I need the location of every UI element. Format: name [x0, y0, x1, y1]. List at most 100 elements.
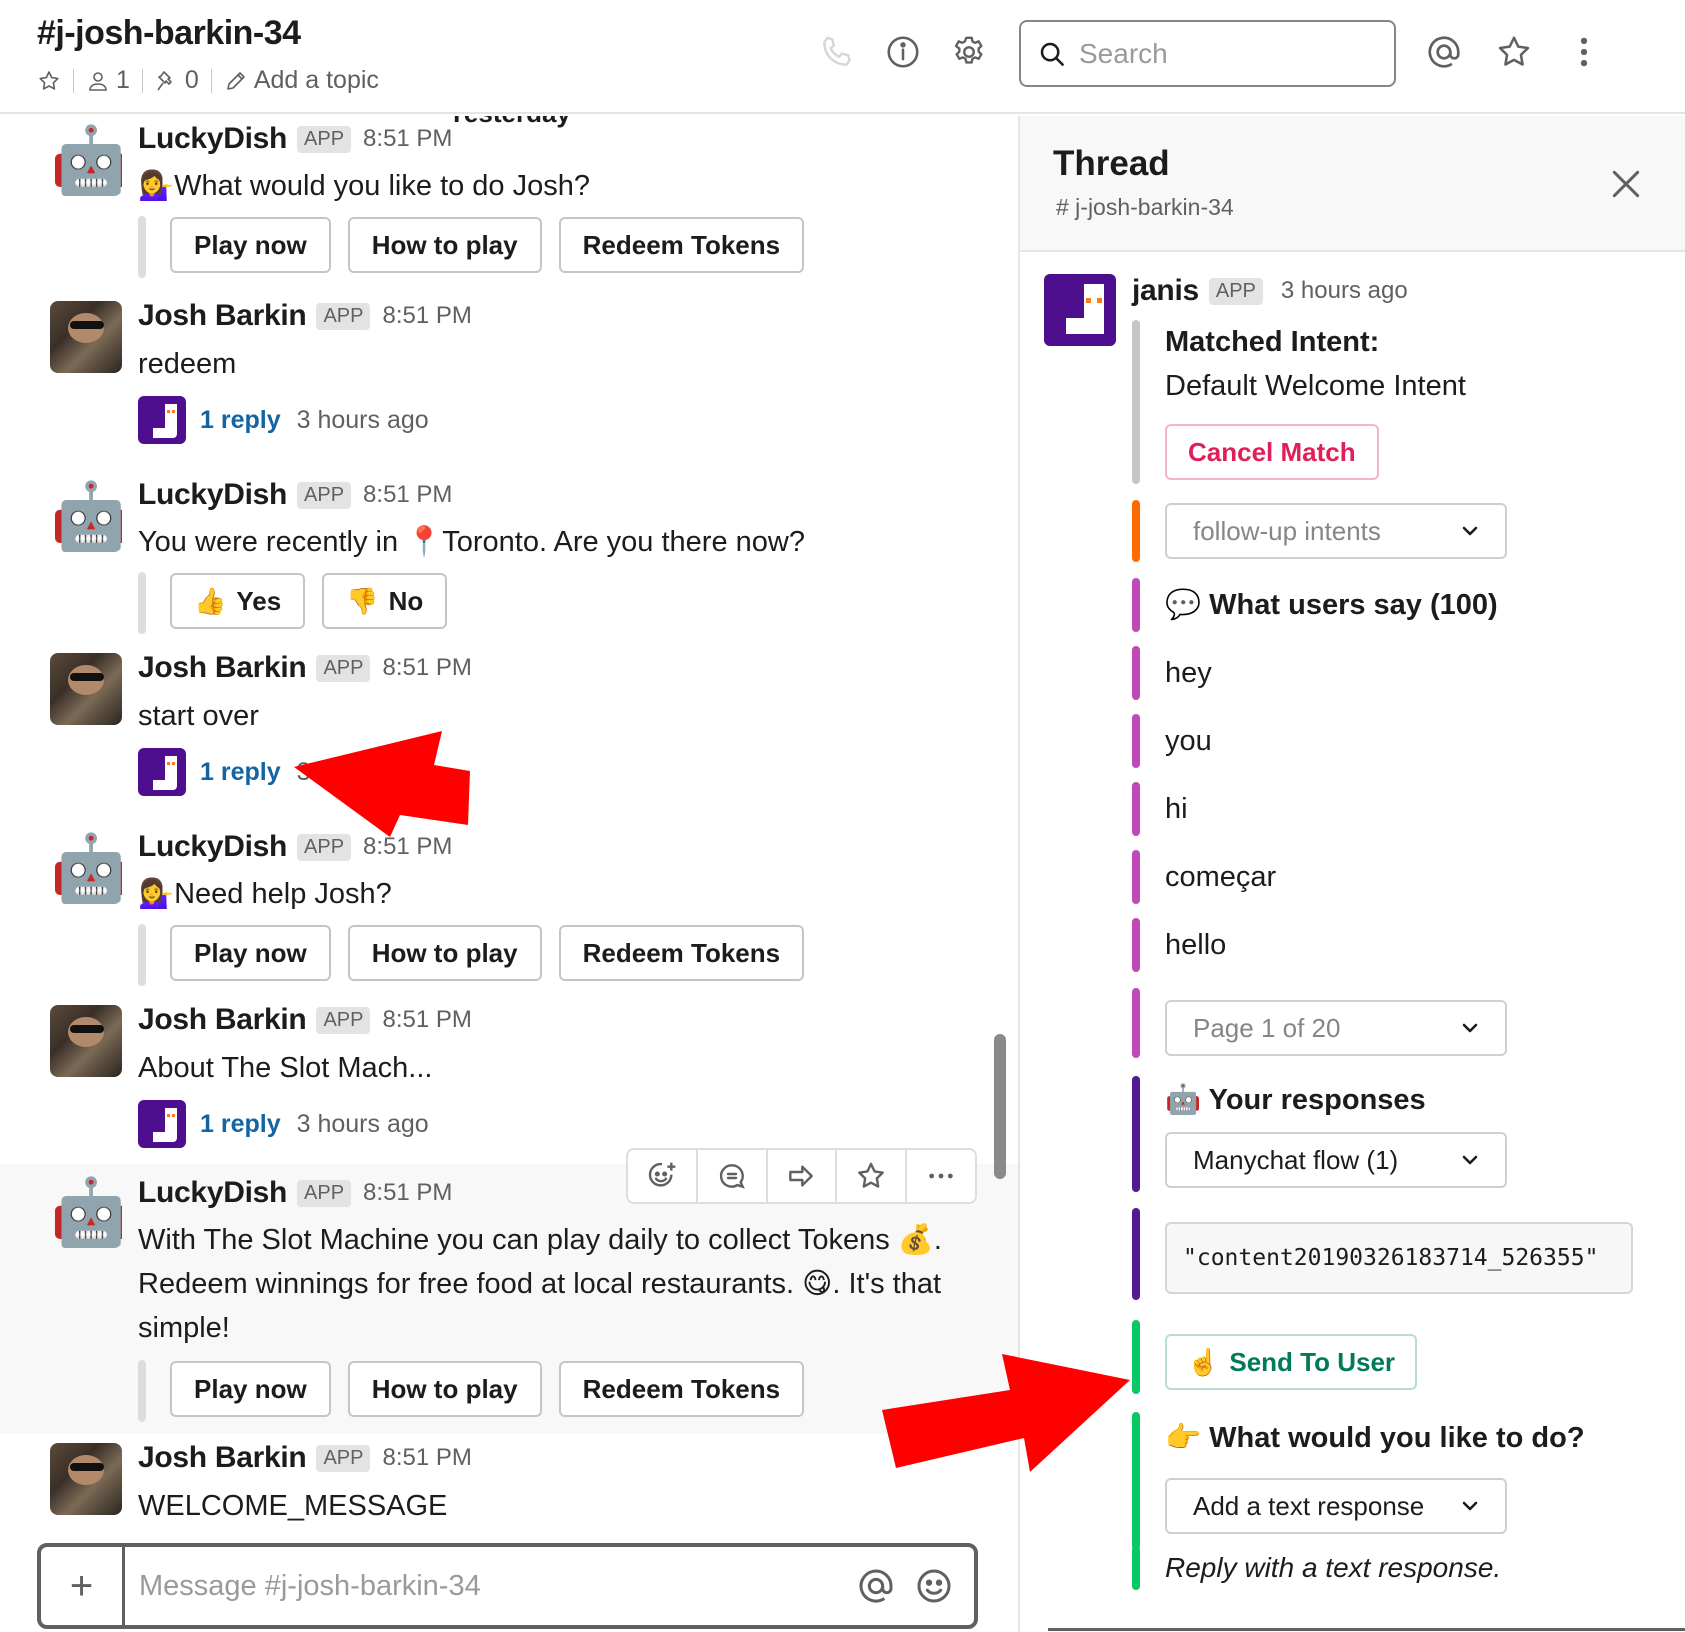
pinned-count-button[interactable]: 0	[155, 66, 199, 95]
message: 🤖 LuckyDish APP 8:51 PM You were recentl…	[0, 472, 1018, 648]
play-now-button[interactable]: Play now	[170, 925, 331, 981]
response-type-select[interactable]: Manychat flow (1)	[1165, 1132, 1507, 1188]
channel-title[interactable]: #j-josh-barkin-34	[37, 14, 301, 53]
redeem-tokens-button[interactable]: Redeem Tokens	[558, 925, 805, 981]
more-menu-button[interactable]	[1562, 30, 1606, 74]
search-icon	[1040, 42, 1064, 66]
timestamp[interactable]: 8:51 PM	[363, 833, 452, 861]
reply-count-link[interactable]: 1 reply	[200, 1110, 281, 1139]
add-topic-button[interactable]: Add a topic	[224, 66, 379, 95]
timestamp[interactable]: 8:51 PM	[363, 481, 452, 509]
message: 🤖 LuckyDish APP 8:51 PM 💁‍♀️What would y…	[0, 116, 1018, 296]
share-message-button[interactable]	[768, 1150, 838, 1202]
thread-composer-edge	[1048, 1628, 1685, 1631]
no-button[interactable]: 👎 No	[322, 573, 448, 629]
reply-count-link[interactable]: 1 reply	[200, 406, 281, 435]
mentions-button[interactable]	[1422, 30, 1466, 74]
call-button[interactable]	[815, 30, 859, 74]
scrollbar[interactable]	[994, 1034, 1006, 1179]
star-message-button[interactable]	[837, 1150, 908, 1202]
app-badge: APP	[1208, 277, 1263, 305]
close-thread-button[interactable]	[1606, 164, 1646, 204]
timestamp[interactable]: 8:51 PM	[382, 1006, 471, 1034]
sender-name[interactable]: Josh Barkin	[138, 1441, 307, 1475]
janis-avatar[interactable]	[1044, 274, 1116, 346]
timestamp[interactable]: 8:51 PM	[382, 1444, 471, 1472]
reply-count-link[interactable]: 1 reply	[200, 758, 281, 787]
sender-name[interactable]: LuckyDish	[138, 830, 287, 864]
attachment-buttons: Play now How to play Redeem Tokens	[170, 217, 805, 273]
followup-intents-select[interactable]: follow-up intents	[1165, 503, 1507, 559]
attachment-bar	[138, 572, 146, 634]
search-input[interactable]	[1079, 37, 1379, 70]
send-to-user-button[interactable]: ☝️ Send To User	[1165, 1334, 1418, 1390]
users-say-title: What users say (100)	[1209, 589, 1498, 621]
message-input[interactable]	[125, 1547, 856, 1625]
how-to-play-button[interactable]: How to play	[347, 217, 542, 273]
user-avatar[interactable]	[50, 1443, 122, 1515]
how-to-play-button[interactable]: How to play	[347, 1361, 542, 1417]
redeem-tokens-button[interactable]: Redeem Tokens	[558, 1361, 805, 1417]
thumbs-down-icon: 👎	[346, 585, 379, 616]
emoji-icon[interactable]	[914, 1566, 954, 1606]
round-pushpin-emoji: 📍	[406, 526, 443, 558]
timestamp[interactable]: 3 hours ago	[1281, 277, 1408, 305]
channel-meta: 1 0 Add a topic	[37, 66, 379, 95]
attachment-bar	[138, 924, 146, 986]
starred-items-button[interactable]	[1492, 30, 1536, 74]
thread-replies[interactable]: 1 reply 3 hours ago	[138, 1100, 429, 1148]
channel-info-button[interactable]	[881, 30, 925, 74]
play-now-button[interactable]: Play now	[170, 217, 331, 273]
member-count-button[interactable]: 1	[86, 66, 130, 95]
redeem-tokens-button[interactable]: Redeem Tokens	[558, 217, 805, 273]
tipping-hand-emoji: 💁‍♀️	[138, 878, 175, 910]
channel-settings-button[interactable]	[947, 30, 991, 74]
reply-time: 3 hours ago	[296, 1109, 429, 1138]
page-select[interactable]: Page 1 of 20	[1165, 1000, 1507, 1056]
timestamp[interactable]: 8:51 PM	[382, 654, 471, 682]
start-thread-button[interactable]	[698, 1150, 768, 1202]
sender-name[interactable]: LuckyDish	[138, 122, 287, 156]
thread-replies[interactable]: 1 reply 3 hours ago	[138, 396, 429, 444]
robot-avatar[interactable]: 🤖	[50, 480, 122, 552]
timestamp[interactable]: 8:51 PM	[363, 125, 452, 153]
how-to-play-button[interactable]: How to play	[347, 925, 542, 981]
sender-name[interactable]: LuckyDish	[138, 1176, 287, 1210]
responses-title: Your responses	[1208, 1084, 1426, 1116]
sender-name[interactable]: LuckyDish	[138, 478, 287, 512]
action-select[interactable]: Add a text response	[1165, 1478, 1507, 1534]
message-text: With The Slot Machine you can play daily…	[138, 1224, 942, 1344]
yes-button[interactable]: 👍 Yes	[170, 573, 306, 629]
robot-avatar[interactable]: 🤖	[50, 1176, 122, 1248]
add-reaction-button[interactable]	[628, 1150, 698, 1202]
message-actions-toolbar	[626, 1148, 977, 1204]
at-icon[interactable]	[856, 1566, 896, 1606]
at-icon	[1428, 36, 1460, 68]
user-avatar[interactable]	[50, 1005, 122, 1077]
timestamp[interactable]: 8:51 PM	[363, 1179, 452, 1207]
sender-name[interactable]: Josh Barkin	[138, 299, 307, 333]
user-avatar[interactable]	[50, 301, 122, 373]
sender-name[interactable]: Josh Barkin	[138, 1003, 307, 1037]
more-actions-button[interactable]	[907, 1150, 975, 1202]
start-thread-icon	[719, 1164, 745, 1189]
message-header: LuckyDish APP 8:51 PM	[138, 122, 452, 156]
sender-name[interactable]: janis	[1132, 274, 1199, 308]
robot-avatar[interactable]: 🤖	[50, 124, 122, 196]
user-avatar[interactable]	[50, 653, 122, 725]
attachment-bar	[138, 1360, 146, 1422]
search-box[interactable]	[1019, 20, 1396, 87]
cancel-match-button[interactable]: Cancel Match	[1165, 424, 1379, 480]
timestamp[interactable]: 8:51 PM	[382, 302, 471, 330]
star-channel-button[interactable]	[37, 69, 61, 93]
robot-avatar[interactable]: 🤖	[50, 832, 122, 904]
message-header: Josh Barkin APP 8:51 PM	[138, 299, 472, 333]
thread-channel-link[interactable]: # j-josh-barkin-34	[1056, 194, 1234, 221]
sender-name[interactable]: Josh Barkin	[138, 651, 307, 685]
attach-button[interactable]: +	[41, 1547, 125, 1625]
channel-header: #j-josh-barkin-34 1 0 Add a topic	[0, 0, 1685, 114]
play-now-button[interactable]: Play now	[170, 1361, 331, 1417]
attachment-buttons: Play now How to play Redeem Tokens	[170, 1361, 805, 1417]
tipping-hand-emoji: 💁‍♀️	[138, 170, 175, 202]
thread-replies[interactable]: 1 reply 3 hours ago	[138, 748, 429, 796]
